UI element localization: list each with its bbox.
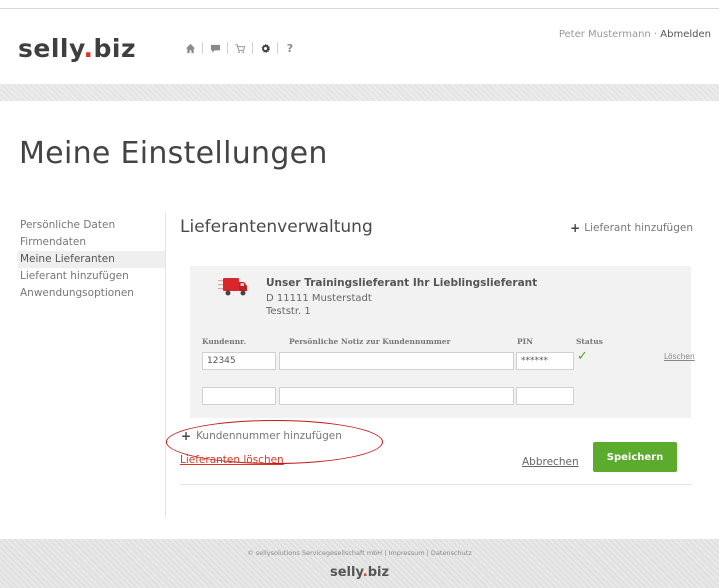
sidebar-item-add-supplier[interactable]: Lieferant hinzufügen (18, 268, 165, 285)
cart-icon[interactable] (233, 41, 247, 55)
user-bar: Peter Mustermann · Abmelden (559, 29, 711, 40)
status-check-icon: ✓ (577, 349, 588, 364)
supplier-card: Unser Trainingslieferant Ihr Lieblingsli… (190, 266, 695, 418)
supplier-name: Unser Trainingslieferant Ihr Lieblingsli… (266, 277, 538, 289)
top-border-line (0, 8, 719, 9)
sidebar-item-my-suppliers[interactable]: Meine Lieferanten (18, 251, 165, 268)
section-title: Lieferantenverwaltung (180, 217, 373, 237)
sidebar-divider (165, 213, 166, 517)
truck-logo-icon (218, 278, 247, 296)
plus-icon: + (570, 221, 581, 235)
supplier-address: D 11111 Musterstadt Teststr. 1 (266, 292, 372, 318)
footer: © sellysolutions Servicegesellschaft mbH… (0, 539, 719, 588)
nav-separator (252, 42, 253, 54)
nav-separator (227, 42, 228, 54)
nav-separator (202, 42, 203, 54)
note-input[interactable] (279, 352, 514, 370)
add-supplier-link[interactable]: + Lieferant hinzufügen (570, 221, 693, 235)
pin-input[interactable]: ****** (516, 352, 574, 370)
cancel-link[interactable]: Abbrechen (522, 456, 579, 468)
nav-separator (277, 42, 278, 54)
footer-logo: selly.biz (0, 565, 719, 580)
footer-logo-part1: selly (329, 565, 363, 580)
header-note: Persönliche Notiz zur Kundennummer (289, 337, 451, 346)
page-title: Meine Einstellungen (19, 136, 328, 171)
delete-supplier-link[interactable]: Lieferanten löschen (180, 454, 284, 466)
add-supplier-label: Lieferant hinzufügen (584, 222, 693, 234)
brand-logo[interactable]: selly.biz (18, 34, 136, 63)
help-icon[interactable]: ? (283, 41, 297, 55)
gear-icon[interactable] (258, 41, 272, 55)
user-separator: · (650, 29, 661, 40)
user-name[interactable]: Peter Mustermann (559, 29, 651, 40)
footer-text: © sellysolutions Servicegesellschaft mbH… (247, 549, 472, 557)
sidebar-item-app-options[interactable]: Anwendungsoptionen (18, 285, 165, 302)
save-button[interactable]: Speichern (593, 442, 677, 472)
customer-no-input[interactable]: 12345 (202, 352, 276, 370)
home-icon[interactable] (183, 41, 197, 55)
footer-logo-part2: biz (367, 565, 390, 580)
speech-bubble-icon[interactable] (208, 41, 222, 55)
header-pattern-band (0, 84, 719, 101)
brand-logo-part1: selly (18, 34, 84, 63)
header-pin: PIN (517, 337, 534, 346)
header-customer-no: Kundennr. (202, 337, 247, 346)
brand-logo-part2: biz (93, 34, 136, 63)
customer-no-input[interactable] (202, 387, 276, 405)
pin-input[interactable] (516, 387, 574, 405)
main-nav-icons: ? (183, 41, 297, 55)
supplier-city: D 11111 Musterstadt (266, 293, 372, 304)
note-input[interactable] (279, 387, 514, 405)
content-bottom-divider (180, 484, 692, 485)
sidebar-item-personal-data[interactable]: Persönliche Daten (18, 217, 165, 234)
logout-link[interactable]: Abmelden (660, 29, 711, 40)
brand-logo-dot: . (83, 34, 94, 63)
settings-sidebar: Persönliche Daten Firmendaten Meine Lief… (18, 217, 165, 302)
supplier-street: Teststr. 1 (266, 306, 311, 317)
header-status: Status (576, 337, 603, 346)
sidebar-item-company-data[interactable]: Firmendaten (18, 234, 165, 251)
delete-customer-no-link[interactable]: Löschen (664, 352, 695, 361)
